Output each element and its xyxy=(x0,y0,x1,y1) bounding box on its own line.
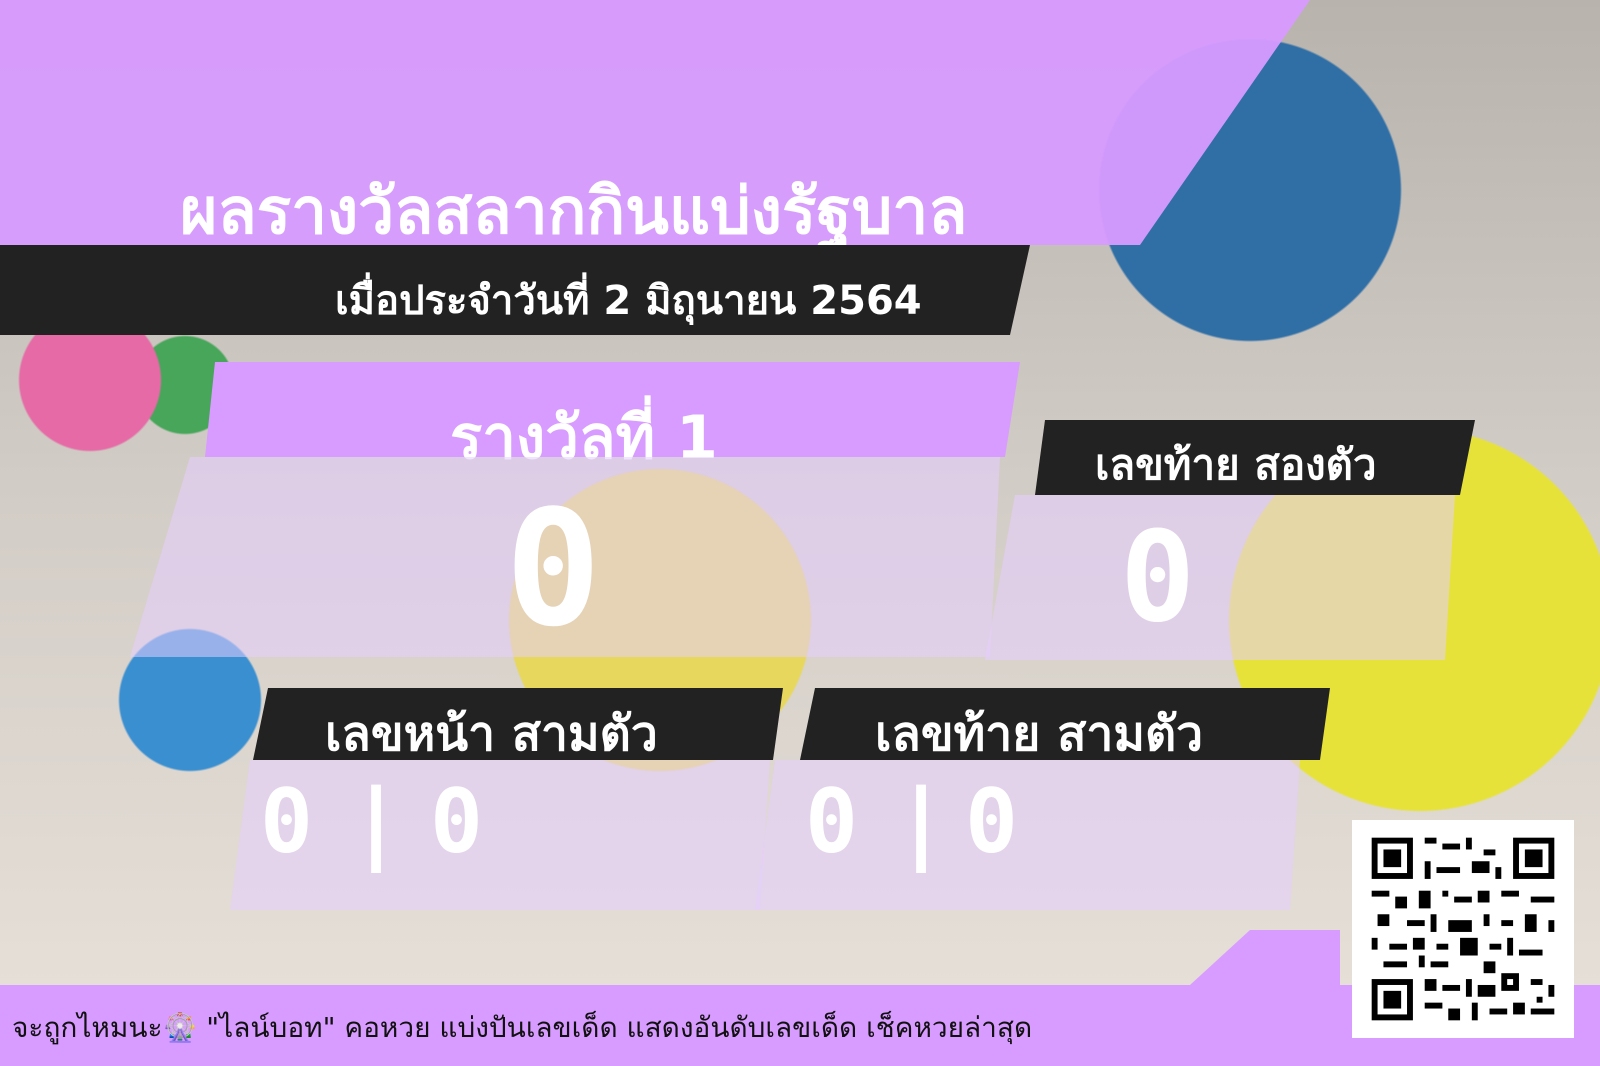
footer-corner xyxy=(1190,930,1340,985)
first-prize-value: 0 xyxy=(505,475,602,662)
last-three-divider: | xyxy=(905,770,938,873)
last-three-value-a: 0 xyxy=(805,770,858,873)
qr-code-icon xyxy=(1354,820,1572,1038)
draw-date: เมื่อประจำวันที่ 2 มิถุนายน 2564 xyxy=(335,278,922,324)
front-three-value-b: 0 xyxy=(430,770,483,873)
footer-text: จะถูกไหมนะ🎡 "ไลน์บอท" คอหวย แบ่งปันเลขเด… xyxy=(12,1011,1033,1044)
last-two-label: เลขท้าย สองตัว xyxy=(1095,440,1377,489)
front-three-divider: | xyxy=(360,770,393,873)
last-two-panel xyxy=(985,495,1455,660)
last-three-value-b: 0 xyxy=(965,770,1018,873)
front-three-value-a: 0 xyxy=(260,770,313,873)
last-two-value: 0 xyxy=(1120,505,1196,650)
lottery-result-card: ผลรางวัลสลากกินแบ่งรัฐบาล เมื่อประจำวันท… xyxy=(0,0,1600,1066)
qr-code[interactable] xyxy=(1352,820,1574,1038)
